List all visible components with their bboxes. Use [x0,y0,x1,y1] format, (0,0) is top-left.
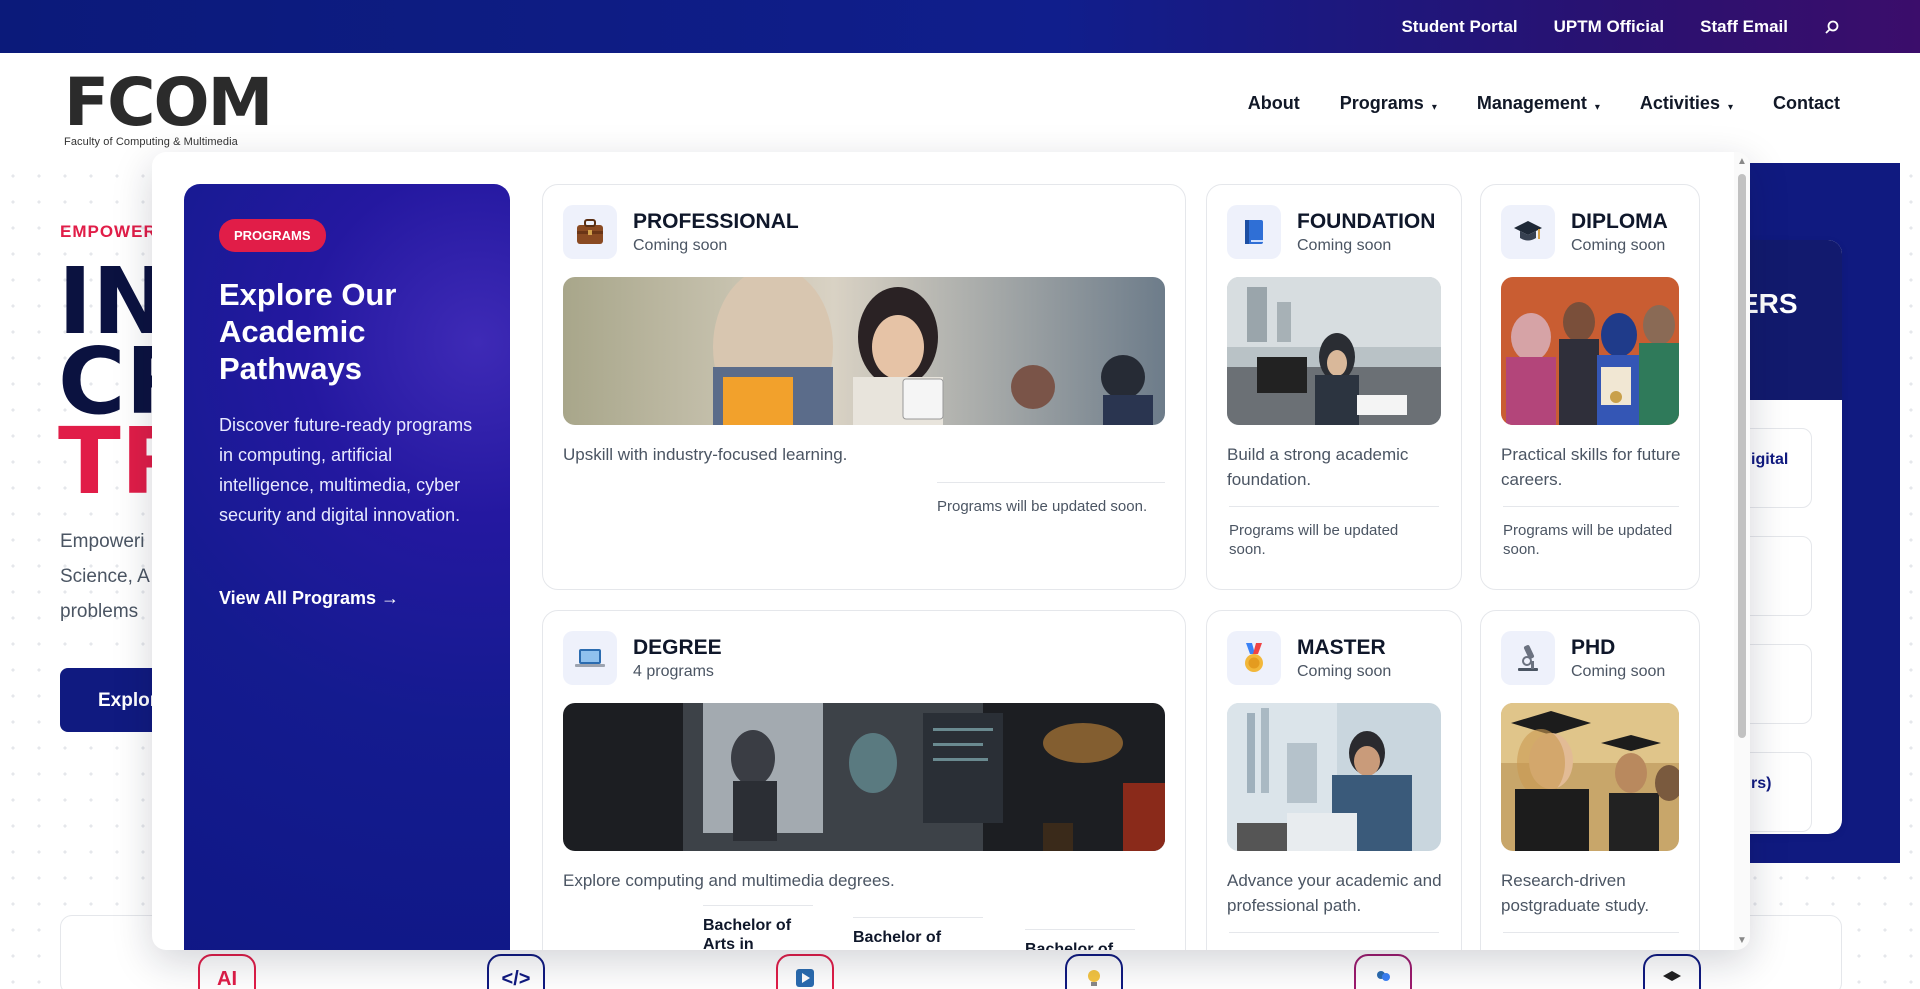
site-header: FCOM Faculty of Computing & Multimedia A… [0,53,1920,163]
master-image [1227,703,1441,851]
nav-contact[interactable]: Contact [1773,93,1840,114]
hero-tagline: EMPOWER [60,222,157,241]
phd-image [1501,703,1679,851]
card-title: DEGREE [633,636,722,659]
hero-paragraph: Empoweri Science, A problems [60,524,150,629]
card-subtitle: Coming soon [1297,237,1392,254]
briefcase-icon [563,205,617,259]
nav-management-label: Management [1476,93,1587,113]
programs-mega-menu: PROGRAMS Explore Our Academic Pathways D… [152,152,1750,950]
chevron-down-icon: ▾ [1594,102,1600,113]
degree-program-item[interactable]: Bachelor of [1025,929,1135,950]
logo-wordmark: FCOM [64,64,273,141]
card-subtitle: Coming soon [1571,237,1666,254]
ai-badge[interactable]: AI [198,954,256,989]
bulb-icon[interactable] [1065,954,1123,989]
uptm-official-link[interactable]: UPTM Official [1554,17,1665,37]
card-subtitle: 4 programs [633,663,714,680]
chevron-down-icon: ▾ [1727,102,1733,113]
diploma-image [1501,277,1679,425]
nav-activities[interactable]: Activities ▾ [1640,93,1733,114]
degree-image [563,703,1165,851]
card-title: FOUNDATION [1297,210,1436,233]
card-note: Programs will be updated soon. [1503,506,1679,559]
nav-contact-label: Contact [1773,93,1840,113]
top-bar: Student Portal UPTM Official Staff Email [0,0,1920,53]
card-title: PROFESSIONAL [633,210,799,233]
card-title: DIPLOMA [1571,210,1668,233]
nav-about-label: About [1247,93,1300,113]
nav-management[interactable]: Management ▾ [1477,93,1600,114]
fcom-logo[interactable]: FCOM Faculty of Computing & Multimedia [64,64,273,151]
programs-intro-description: Discover future-ready programs in comput… [219,415,473,525]
hero-paragraph-line: problems [60,601,139,622]
foundation-image [1227,277,1441,425]
professional-card[interactable]: PROFESSIONAL Coming soon Upskill with in… [542,184,1186,590]
search-icon[interactable] [1824,19,1840,35]
code-icon[interactable]: </> [487,954,545,989]
logo-subtitle: Faculty of Computing & Multimedia [64,136,238,148]
card-note: Programs will be updated soon. [1229,506,1439,559]
card-subtitle: Coming soon [1297,663,1392,680]
graduation-cap-icon [1501,205,1555,259]
view-all-programs-link[interactable]: View All Programs → [219,588,399,609]
student-portal-link[interactable]: Student Portal [1401,17,1517,37]
nav-about[interactable]: About [1248,93,1300,114]
card-description: Research-driven postgraduate study. [1501,871,1650,915]
people-icon[interactable] [1354,954,1412,989]
card-subtitle: Coming soon [633,237,728,254]
chevron-down-icon: ▾ [1431,102,1437,113]
card-description: Explore computing and multimedia degrees… [563,871,895,890]
card-description: Practical skills for future careers. [1501,445,1681,489]
foundation-card[interactable]: FOUNDATION Coming soon Build a strong ac… [1206,184,1462,590]
scrollbar-thumb[interactable] [1738,174,1746,738]
diploma-card[interactable]: DIPLOMA Coming soon Practical skills for… [1480,184,1700,590]
scroll-down-icon[interactable]: ▼ [1737,935,1747,946]
play-icon[interactable] [776,954,834,989]
degree-program-item[interactable]: Bachelor of [853,917,983,947]
card-title: PHD [1571,636,1616,659]
phd-card[interactable]: PHD Coming soon Research-driven postgrad… [1480,610,1700,950]
card-description: Upskill with industry-focused learning. [563,445,848,464]
programs-badge: PROGRAMS [219,219,326,252]
professional-image [563,277,1165,425]
degree-card[interactable]: DEGREE 4 programs Explore computing and … [542,610,1186,950]
card-subtitle: Coming soon [1571,663,1666,680]
medal-icon [1227,631,1281,685]
card-note: Programs will be updated soon. [937,482,1165,516]
card-note: Programs will be [1503,932,1679,950]
hero-paragraph-line: Empoweri [60,531,145,552]
nav-programs[interactable]: Programs ▾ [1340,93,1437,114]
staff-email-link[interactable]: Staff Email [1700,17,1788,37]
master-card[interactable]: MASTER Coming soon Advance your academic… [1206,610,1462,950]
degree-program-item[interactable]: Bachelor of Arts in [703,905,813,950]
main-nav: About Programs ▾ Management ▾ Activities ▾ … [1248,93,1840,114]
microscope-icon [1501,631,1555,685]
card-title: MASTER [1297,636,1386,659]
graduation-cap-icon[interactable] [1643,954,1701,989]
card-description: Advance your academic and professional p… [1227,871,1442,915]
nav-activities-label: Activities [1639,93,1720,113]
programs-intro-panel: PROGRAMS Explore Our Academic Pathways D… [184,184,510,950]
hero-paragraph-line: Science, A [60,566,150,587]
programs-intro-title: Explore Our Academic Pathways [219,277,397,386]
card-description: Build a strong academic foundation. [1227,445,1409,489]
laptop-icon [563,631,617,685]
mega-menu-scrollbar[interactable]: ▲ ▼ [1734,152,1750,950]
nav-programs-label: Programs [1339,93,1424,113]
card-note: Programs will be updated [1229,932,1439,950]
scroll-up-icon[interactable]: ▲ [1737,156,1747,167]
book-icon [1227,205,1281,259]
